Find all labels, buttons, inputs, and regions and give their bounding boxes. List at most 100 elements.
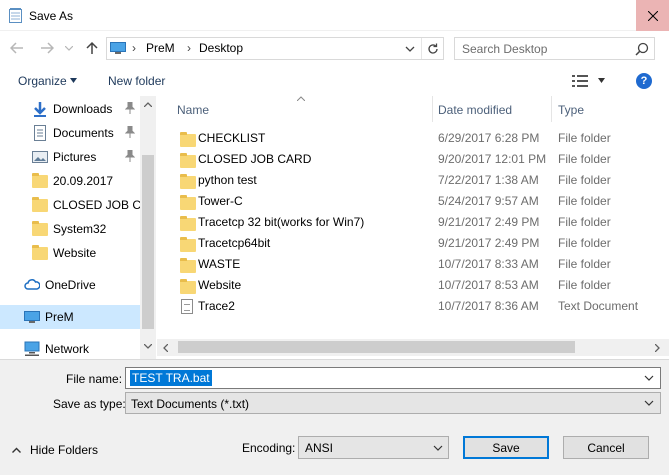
scroll-left-icon[interactable] [163,344,168,352]
column-divider[interactable] [432,96,433,122]
file-row[interactable]: Website 10/7/2017 8:53 AM File folder [157,275,669,296]
file-name: CHECKLIST [198,131,266,145]
encoding-select[interactable]: ANSI [298,436,449,459]
encoding-value: ANSI [305,441,334,455]
column-header-name[interactable]: Name [177,103,209,117]
scroll-up-icon[interactable] [144,102,152,107]
breadcrumb-separator[interactable]: › [187,41,191,55]
column-divider[interactable] [551,96,552,122]
sidebar-scrollbar-thumb[interactable] [142,155,154,329]
file-name: Tracetcp 32 bit(works for Win7) [198,215,365,229]
file-row[interactable]: Tower-C 5/24/2017 9:57 AM File folder [157,191,669,212]
column-header-date[interactable]: Date modified [438,103,512,117]
pin-icon[interactable] [125,150,135,162]
file-date: 7/22/2017 1:38 AM [438,173,539,187]
cloud-icon [24,279,40,290]
folder-icon [180,279,196,294]
sidebar-item-folder[interactable]: System32 [0,217,140,241]
file-row[interactable]: WASTE 10/7/2017 8:33 AM File folder [157,254,669,275]
sidebar-item-folder[interactable]: 20.09.2017 [0,169,140,193]
breadcrumb-separator[interactable]: › [132,41,136,55]
back-button[interactable] [7,38,27,58]
sidebar-item-onedrive[interactable]: OneDrive [0,273,140,297]
chevron-down-icon[interactable] [433,444,443,452]
download-arrow-icon [34,102,46,117]
notepad-icon [9,8,22,23]
network-icon [24,341,40,356]
file-name: Website [198,278,242,292]
window-title: Save As [29,9,74,23]
breadcrumb-item[interactable]: Desktop [199,41,243,55]
pin-icon[interactable] [125,102,135,114]
sidebar-item-label: PreM [45,310,74,324]
chevron-down-icon[interactable] [403,42,417,56]
sidebar-item-label: Pictures [53,150,97,164]
folder-icon [32,173,48,188]
file-date: 10/7/2017 8:53 AM [438,278,539,292]
sidebar-item-label: Website [53,246,97,260]
search-box[interactable]: Search Desktop [454,37,655,60]
chevron-down-icon[interactable] [644,399,654,407]
close-icon [647,10,658,21]
scroll-down-icon[interactable] [144,344,152,349]
refresh-button[interactable] [421,38,443,59]
sidebar-item-pictures[interactable]: Pictures [0,145,140,169]
file-list-scrollbar-thumb[interactable] [178,341,575,353]
forward-button[interactable] [37,38,57,58]
folder-icon [32,221,48,236]
chevron-down-icon[interactable] [70,78,77,83]
search-input[interactable]: Search Desktop [462,42,547,56]
sidebar-item-folder[interactable]: CLOSED JOB CA [0,193,140,217]
chevron-down-icon[interactable] [598,78,605,83]
chevron-down-icon[interactable] [644,374,654,382]
file-row[interactable]: CLOSED JOB CARD 9/20/2017 12:01 PM File … [157,149,669,170]
file-row[interactable]: Tracetcp 32 bit(works for Win7) 9/21/201… [157,212,669,233]
file-row[interactable]: python test 7/22/2017 1:38 AM File folde… [157,170,669,191]
up-arrow-icon [86,41,98,54]
sidebar-item-downloads[interactable]: Downloads [0,97,140,121]
organize-button[interactable]: Organize [18,74,67,88]
view-options-icon[interactable] [572,75,588,87]
up-button[interactable] [82,38,102,58]
hide-folders-button[interactable]: Hide Folders [12,443,98,457]
folder-icon [180,132,196,147]
sidebar-item-documents[interactable]: Documents [0,121,140,145]
pin-icon[interactable] [125,126,135,138]
breadcrumb-item[interactable]: PreM [146,41,175,55]
file-name: python test [198,173,257,187]
file-name-field[interactable]: TEST TRA.bat [125,367,661,389]
chevron-down-icon [65,45,73,51]
folder-icon [180,258,196,273]
folder-icon [32,245,48,260]
new-folder-button[interactable]: New folder [108,74,165,88]
scroll-right-icon[interactable] [655,344,660,352]
file-row[interactable]: Tracetcp64bit 9/21/2017 2:49 PM File fol… [157,233,669,254]
file-row[interactable]: Trace2 10/7/2017 8:36 AM Text Document [157,296,669,317]
file-type: File folder [558,257,611,271]
file-type: File folder [558,236,611,250]
cancel-button[interactable]: Cancel [563,436,649,459]
file-date: 9/20/2017 12:01 PM [438,152,547,166]
help-icon[interactable]: ? [636,73,652,89]
save-as-type-select[interactable]: Text Documents (*.txt) [125,392,661,414]
recent-locations-button[interactable] [62,38,76,58]
close-button[interactable] [636,0,669,31]
command-bar: Organize New folder ? [0,67,669,95]
sidebar-item-prem[interactable]: PreM [0,305,140,329]
file-name-input[interactable]: TEST TRA.bat [130,370,212,386]
file-date: 9/21/2017 2:49 PM [438,236,540,250]
save-button[interactable]: Save [463,436,549,459]
column-header-type[interactable]: Type [558,103,584,117]
file-type: File folder [558,215,611,229]
sidebar-item-folder[interactable]: Website [0,241,140,265]
search-icon[interactable] [635,42,649,56]
file-name: Trace2 [198,299,235,313]
file-date: 10/7/2017 8:33 AM [438,257,539,271]
file-row[interactable]: CHECKLIST 6/29/2017 6:28 PM File folder [157,128,669,149]
forward-arrow-icon [41,42,54,54]
address-bar[interactable]: › PreM › Desktop [106,37,444,60]
file-date: 5/24/2017 9:57 AM [438,194,539,208]
file-name: WASTE [198,257,241,271]
sidebar-item-network[interactable]: Network [0,337,140,359]
sidebar-item-label: OneDrive [45,278,96,292]
